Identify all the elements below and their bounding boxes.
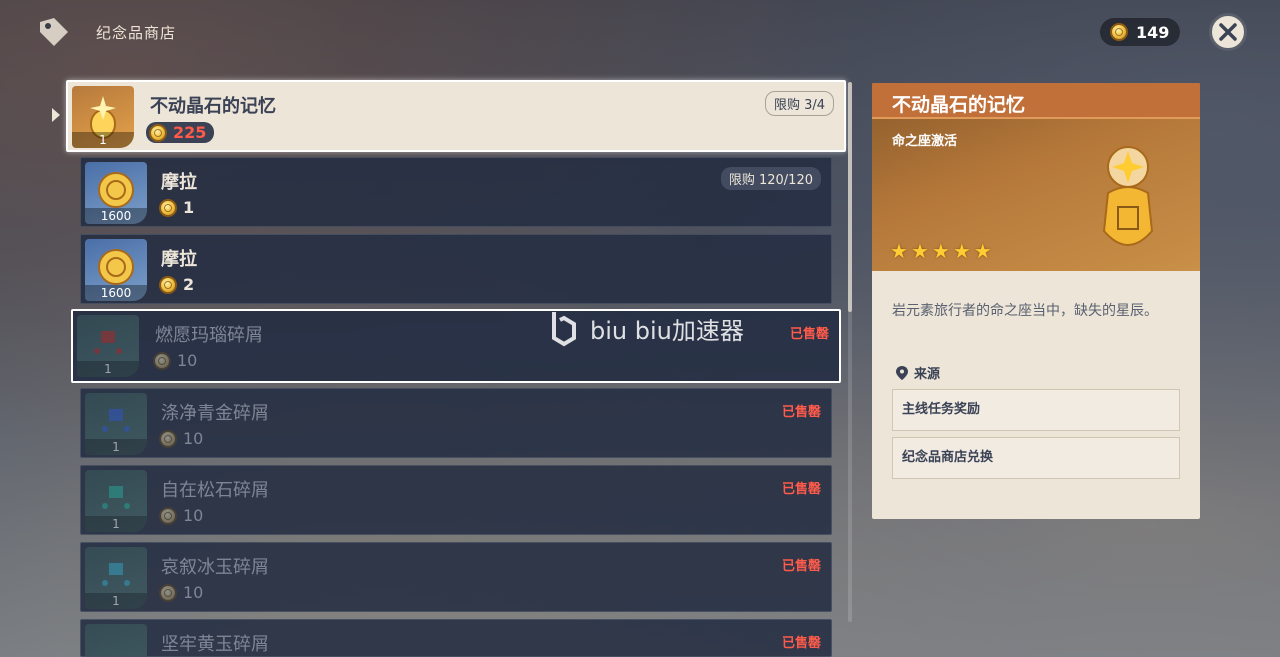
stella-fortuna-icon [1102, 146, 1154, 246]
mora-coin-icon [153, 351, 171, 370]
item-price: 2 [159, 275, 194, 294]
item-count: 1 [85, 439, 147, 455]
item-name: 燃愿玛瑙碎屑 [155, 325, 263, 346]
mora-coin-icon [159, 506, 177, 525]
sold-out-badge: 已售罄 [781, 405, 821, 420]
item-price: 10 [153, 351, 197, 370]
shop-item[interactable]: 坚牢黄玉碎屑 已售罄 [80, 619, 832, 657]
price-value: 2 [183, 275, 195, 294]
shop-item[interactable]: 1600 摩拉 2 [80, 234, 832, 304]
item-name: 不动晶石的记忆 [150, 96, 276, 117]
item-name: 摩拉 [161, 172, 197, 193]
watermark: biu biu加速器 [548, 308, 744, 348]
item-thumbnail: 1 [77, 315, 139, 377]
mora-coin-icon [159, 429, 177, 448]
source-heading: 来源 [896, 363, 940, 382]
item-price: 1 [159, 198, 194, 217]
shop-item[interactable]: 1600 摩拉 1 限购 120/120 [80, 157, 832, 227]
item-name: 摩拉 [161, 249, 197, 270]
item-count: 1600 [85, 208, 147, 224]
price-value: 225 [173, 123, 207, 142]
shop-item[interactable]: 1 自在松石碎屑 10 已售罄 [80, 465, 832, 535]
detail-title: 不动晶石的记忆 [892, 94, 1026, 116]
item-thumbnail: 1600 [85, 239, 147, 301]
selection-arrow-icon [52, 108, 60, 122]
scrollbar-thumb[interactable] [848, 82, 852, 312]
star-icon: ★ [931, 239, 950, 263]
item-count: 1 [72, 132, 134, 148]
currency-display: 149 [1100, 18, 1180, 46]
item-price: 10 [159, 506, 203, 525]
item-count: 1600 [85, 285, 147, 301]
item-thumbnail [85, 624, 147, 656]
close-button[interactable] [1209, 13, 1247, 51]
detail-title-bar: 不动晶石的记忆 [872, 83, 1200, 119]
price-value: 10 [183, 506, 204, 525]
location-pin-icon [896, 365, 908, 380]
sold-out-badge: 已售罄 [789, 327, 829, 342]
source-item[interactable]: 主线任务奖励 [892, 389, 1180, 431]
currency-amount: 149 [1136, 22, 1170, 42]
item-price: 10 [159, 583, 203, 602]
item-price: 10 [159, 429, 203, 448]
star-icon: ★ [952, 239, 971, 263]
star-icon: ★ [890, 239, 908, 263]
price-value: 10 [177, 351, 198, 370]
mora-coin-icon [159, 275, 177, 294]
item-name: 自在松石碎屑 [161, 480, 269, 501]
source-heading-label: 来源 [914, 367, 941, 382]
mora-coin-icon [149, 123, 167, 142]
price-value: 10 [183, 583, 204, 602]
close-icon [1219, 23, 1237, 41]
detail-subtitle: 命之座激活 [892, 134, 958, 149]
star-icon: ★ [910, 239, 929, 263]
watermark-text: biu biu加速器 [590, 316, 744, 345]
item-thumbnail: 1600 [85, 162, 147, 224]
list-scrollbar[interactable] [848, 82, 852, 622]
purchase-limit: 限购 120/120 [720, 167, 821, 190]
shop-item[interactable]: 1 涤净青金碎屑 10 已售罄 [80, 388, 832, 458]
price-value: 10 [183, 429, 204, 448]
mora-coin-icon [159, 583, 177, 602]
item-count: 1 [77, 361, 139, 377]
detail-description: 岩元素旅行者的命之座当中，缺失的星辰。 [892, 303, 1158, 319]
item-detail-panel: 不动晶石的记忆 命之座激活 ★ ★ ★ ★ ★ 岩元素旅行者的命之座当中，缺失的… [872, 83, 1200, 519]
sold-out-badge: 已售罄 [781, 482, 821, 497]
sold-out-badge: 已售罄 [781, 636, 821, 651]
source-item[interactable]: 纪念品商店兑换 [892, 437, 1180, 479]
item-name: 涤净青金碎屑 [161, 403, 269, 424]
item-thumbnail: 1 [85, 470, 147, 532]
page-title: 纪念品商店 [96, 24, 177, 42]
shop-item[interactable]: 1 不动晶石的记忆 225 限购 3/4 [66, 80, 846, 152]
shop-tag-icon [40, 18, 68, 46]
item-thumbnail: 1 [72, 86, 134, 148]
mora-coin-icon [1110, 23, 1128, 41]
biubiu-logo-icon [552, 312, 576, 347]
item-thumbnail: 1 [85, 393, 147, 455]
price-value: 1 [183, 198, 195, 217]
item-price: 225 [146, 122, 215, 143]
sold-out-badge: 已售罄 [781, 559, 821, 574]
purchase-limit: 限购 3/4 [764, 91, 834, 116]
item-name: 哀叙冰玉碎屑 [161, 557, 269, 578]
shop-item[interactable]: 1 哀叙冰玉碎屑 10 已售罄 [80, 542, 832, 612]
price-pill: 225 [146, 122, 215, 143]
rarity-stars: ★ ★ ★ ★ ★ [890, 239, 992, 263]
item-name: 坚牢黄玉碎屑 [161, 634, 269, 655]
item-thumbnail: 1 [85, 547, 147, 609]
item-count: 1 [85, 516, 147, 532]
top-bar: 纪念品商店 149 [0, 0, 1280, 64]
star-icon: ★ [973, 239, 992, 263]
mora-coin-icon [159, 198, 177, 217]
item-count: 1 [85, 593, 147, 609]
